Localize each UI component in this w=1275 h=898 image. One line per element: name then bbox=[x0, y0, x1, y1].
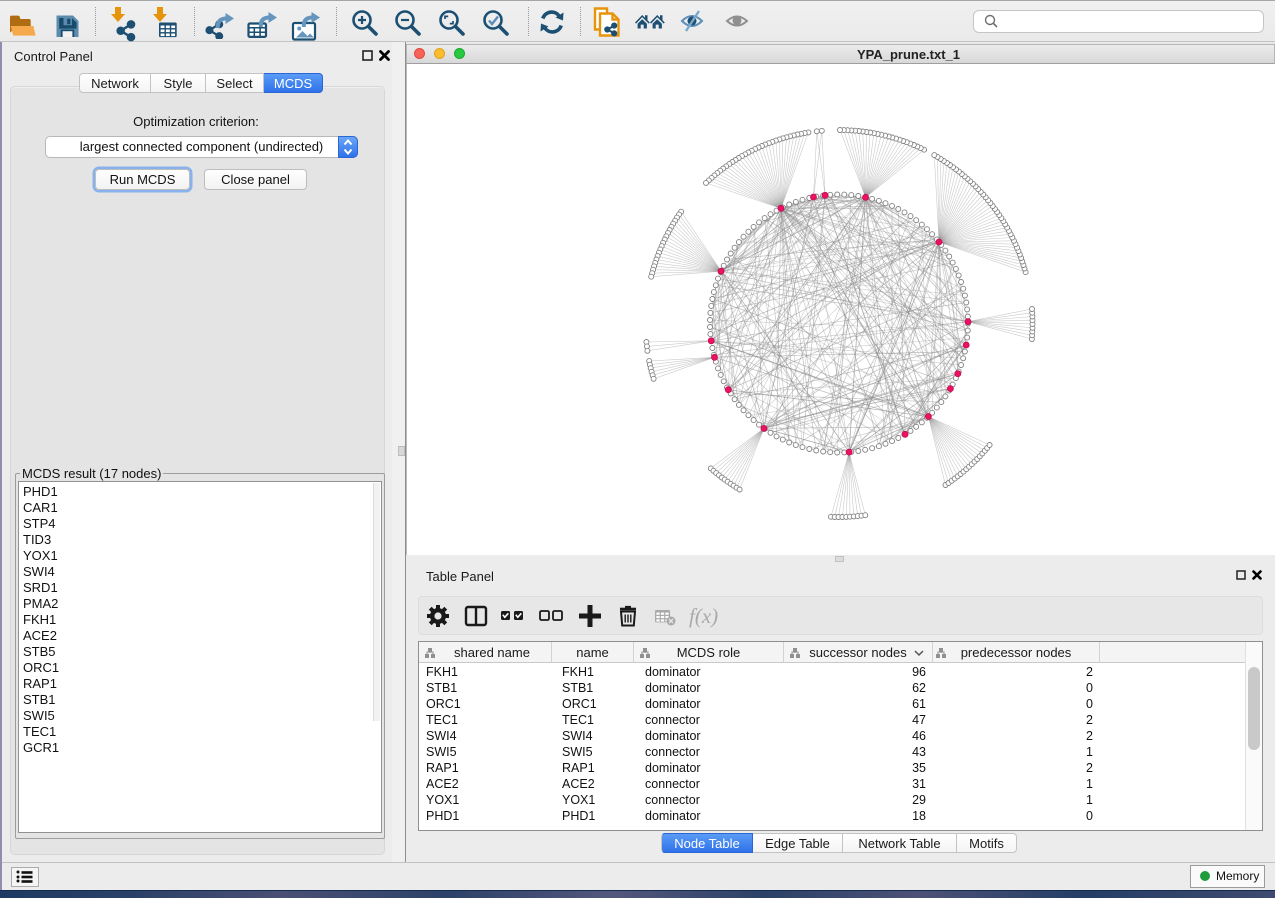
svg-text:f(x): f(x) bbox=[689, 604, 718, 628]
